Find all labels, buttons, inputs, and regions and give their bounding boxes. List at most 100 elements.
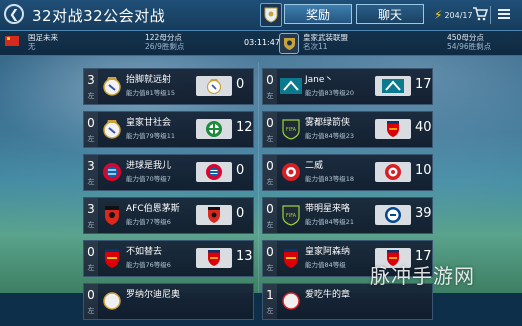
side-label: 左 — [87, 92, 95, 100]
match-score: 12 — [236, 120, 253, 135]
menu-icon[interactable] — [496, 6, 512, 22]
side-label: 左 — [266, 307, 274, 315]
team-crest-icon — [280, 288, 302, 314]
side-label: 左 — [266, 178, 274, 186]
match-row[interactable]: 0 左 FIFA 带明星来咯 能力值84等级21 39 — [262, 197, 433, 234]
arsenal-crest-icon — [101, 245, 123, 271]
top-bar: ❮ 32对战32公会对战 奖励 聊天 ⚡ 204/17 — [0, 0, 522, 31]
zenit-crest-icon — [280, 73, 302, 99]
opponent-crest-icon — [196, 205, 232, 225]
match-row[interactable]: 3 左 AFC伯恩茅斯 能力值77等级6 0 — [83, 197, 254, 234]
opponent-crest-icon — [196, 119, 232, 139]
match-score: 40 — [415, 120, 432, 135]
match-row[interactable]: 0 左 不如替去 能力值76等级6 13 — [83, 240, 254, 277]
player-name: 爱吃牛的章 — [305, 290, 351, 300]
player-stats: 能力值77等级6 — [126, 218, 171, 226]
player-stats: 能力值83等级18 — [305, 175, 355, 183]
match-row[interactable]: 3 左 抬脚就远射 能力值81等级15 0 — [83, 68, 254, 105]
side-label: 左 — [87, 178, 95, 186]
match-score: 13 — [236, 249, 253, 264]
bayern-crest-icon — [101, 159, 123, 185]
olympiacos-crest-icon — [280, 159, 302, 185]
match-score: 10 — [415, 163, 432, 178]
player-name: 不如替去 — [126, 247, 163, 257]
opponent-crest-icon — [375, 162, 411, 182]
match-score: 39 — [415, 206, 432, 221]
tab-reward[interactable]: 奖励 — [284, 4, 352, 24]
match-row[interactable]: 0 左 二威 能力值83等级18 10 — [262, 154, 433, 191]
player-name: 皇家阿森纳 — [305, 247, 351, 257]
opponent-crest-icon — [375, 205, 411, 225]
lightning-icon: ⚡ — [434, 8, 443, 22]
match-score: 0 — [236, 77, 245, 92]
side-label: 左 — [87, 264, 95, 272]
player-stats: 能力值79等级11 — [126, 132, 176, 140]
chevron-left-icon: ❮ — [8, 7, 20, 21]
player-stats: 能力值83等级20 — [305, 89, 355, 97]
shopping-cart-icon[interactable] — [472, 6, 489, 21]
side-label: 左 — [266, 264, 274, 272]
player-name: 罗纳尔迪尼奥 — [126, 290, 181, 300]
page-title: 32对战32公会对战 — [32, 7, 166, 25]
player-name: 抬脚就远射 — [126, 75, 172, 85]
left-guild-info: 国足未来 无 — [28, 33, 58, 51]
separator — [490, 6, 491, 24]
match-row[interactable]: 3 左 进球是我儿 能力值70等级7 0 — [83, 154, 254, 191]
match-score: 17 — [415, 77, 432, 92]
fifa-badge-icon: FIFA — [280, 116, 302, 142]
match-row[interactable]: 0 左 Jane丶 能力值83等级20 17 — [262, 68, 433, 105]
player-stats: 能力值70等级7 — [126, 175, 171, 183]
player-name: Jane丶 — [305, 75, 334, 85]
team-crest-icon — [101, 288, 123, 314]
left-guild-rank: 无 — [28, 42, 36, 51]
real-madrid-crest-icon — [101, 73, 123, 99]
side-label: 左 — [87, 135, 95, 143]
match-row[interactable]: 0 左 皇家甘社会 能力值79等级11 12 — [83, 111, 254, 148]
side-label: 左 — [87, 307, 95, 315]
fifa-badge-icon: FIFA — [280, 202, 302, 228]
china-flag-icon — [5, 36, 19, 46]
left-guild-name: 国足未来 — [28, 33, 58, 42]
player-stats: 能力值76等级6 — [126, 261, 171, 269]
left-guild-score: 122母分点 26/9胜剩点 — [145, 33, 185, 51]
player-name: AFC伯恩茅斯 — [126, 204, 180, 214]
player-name: 二威 — [305, 161, 324, 171]
player-stats: 能力值84等级 — [305, 261, 346, 269]
site-watermark: 脉冲手游网 — [370, 264, 475, 288]
bournemouth-crest-icon — [101, 202, 123, 228]
right-guild-rank: 名次11 — [303, 42, 328, 51]
side-label: 左 — [266, 92, 274, 100]
match-row[interactable]: 0 左 罗纳尔迪尼奥 — [83, 283, 254, 320]
opponent-crest-icon — [375, 119, 411, 139]
player-name: 雾都绿箭侠 — [305, 118, 351, 128]
left-match-list: 3 左 抬脚就远射 能力值81等级15 0 0 左 皇家甘社会 能力值79等级1… — [83, 68, 254, 326]
player-stats: 能力值84等级21 — [305, 218, 355, 226]
svg-text:FIFA: FIFA — [286, 127, 297, 133]
back-button[interactable]: ❮ — [4, 4, 24, 24]
player-name: 带明星来咯 — [305, 204, 351, 214]
side-label: 左 — [266, 135, 274, 143]
opponent-crest-icon — [196, 76, 232, 96]
side-label: 左 — [266, 221, 274, 229]
player-stats: 能力值84等级23 — [305, 132, 355, 140]
tab-chat[interactable]: 聊天 — [356, 4, 424, 24]
match-info-bar: 国足未来 无 122母分点 26/9胜剩点 03:11:47 皇家武装联盟 名次… — [0, 31, 522, 56]
right-guild-score: 450母分点 54/96胜剩点 — [447, 33, 492, 51]
match-score: 0 — [236, 163, 245, 178]
energy-counter: ⚡ 204/17 — [434, 8, 473, 22]
right-guild-name: 皇家武装联盟 — [303, 33, 348, 42]
match-score: 0 — [236, 206, 245, 221]
opponent-crest-icon — [196, 248, 232, 268]
column-divider — [258, 62, 259, 293]
player-name: 皇家甘社会 — [126, 118, 172, 128]
real-madrid-crest-icon — [101, 116, 123, 142]
arsenal-crest-icon — [280, 245, 302, 271]
player-stats: 能力值81等级15 — [126, 89, 176, 97]
player-name: 进球是我儿 — [126, 161, 172, 171]
svg-text:FIFA: FIFA — [286, 213, 297, 219]
opponent-crest-icon — [375, 76, 411, 96]
match-row[interactable]: 0 左 FIFA 雾都绿箭侠 能力值84等级23 40 — [262, 111, 433, 148]
opponent-crest-icon — [196, 162, 232, 182]
right-guild-info: 皇家武装联盟 名次11 — [303, 33, 348, 51]
guild-crest-icon[interactable] — [260, 3, 282, 27]
